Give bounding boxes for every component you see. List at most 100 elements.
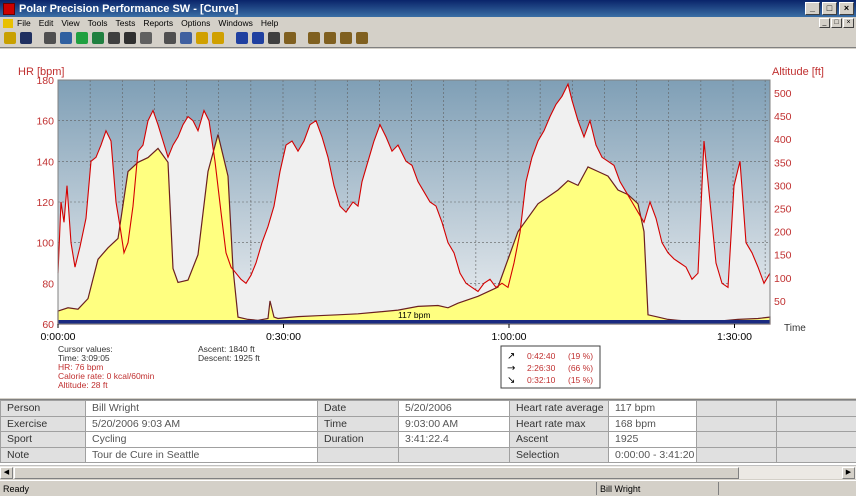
- descent-value: Descent: 1925 ft: [198, 353, 261, 363]
- info-row: Person Bill Wright Date 5/20/2006 Heart rate…: [0, 400, 856, 417]
- altitude-ticks: 500 450 400 350 300 250 200 150 100 50: [774, 88, 792, 308]
- altitude-tick-100: 100: [774, 273, 792, 285]
- scroll-right-button[interactable]: ▶: [842, 467, 855, 479]
- globe-icon[interactable]: [76, 32, 88, 44]
- chart4-icon[interactable]: [340, 32, 352, 44]
- info-value: 1925: [608, 431, 697, 448]
- ascent-arrow-icon: ↗: [507, 351, 515, 362]
- bar-icon[interactable]: [212, 32, 224, 44]
- info-empty-cell: [696, 415, 777, 432]
- info-label: Selection: [509, 446, 609, 463]
- mdi-close-button[interactable]: ×: [843, 18, 854, 28]
- time-tick-1:30:00: 1:30:00: [717, 331, 752, 343]
- save-icon[interactable]: [20, 32, 32, 44]
- horizontal-scrollbar[interactable]: ◀ ▶: [0, 465, 856, 479]
- mdi-minimize-button[interactable]: _: [819, 18, 830, 28]
- altitude-tick-500: 500: [774, 88, 792, 100]
- status-ready: Ready: [3, 484, 30, 494]
- cursor-altitude: Altitude: 28 ft: [58, 380, 108, 390]
- time-ticks: 0:00:000:30:001:00:001:30:002:00:002:30:…: [40, 324, 752, 343]
- info-label: Sport: [0, 431, 86, 448]
- scroll-left-button[interactable]: ◀: [0, 467, 13, 479]
- open-icon[interactable]: [4, 32, 16, 44]
- copy-icon[interactable]: [60, 32, 72, 44]
- scroll-thumb[interactable]: [14, 467, 739, 479]
- menu-windows[interactable]: Windows: [218, 18, 252, 28]
- terrain-percent: (19 %): [568, 351, 593, 361]
- zoom-out-icon[interactable]: [252, 32, 264, 44]
- time-tick-0:30:00: 0:30:00: [266, 331, 301, 343]
- layers-icon[interactable]: [180, 32, 192, 44]
- info-label: Duration: [317, 431, 399, 448]
- info-label: [317, 446, 399, 463]
- info-value: Tour de Cure in Seattle: [85, 446, 318, 463]
- info-value: 0:00:00 - 3:41:20 (3:41:20.0): [608, 446, 697, 463]
- menu-file[interactable]: File: [17, 18, 31, 28]
- app-icon[interactable]: [3, 2, 15, 15]
- person-icon[interactable]: [108, 32, 120, 44]
- exercise-info-table: Person Bill Wright Date 5/20/2006 Heart rate…: [0, 399, 856, 465]
- terrain-time: 2:26:30: [527, 363, 556, 373]
- limit-bar: [58, 320, 770, 324]
- altitude-tick-150: 150: [774, 250, 792, 262]
- altitude-tick-450: 450: [774, 111, 792, 123]
- altitude-tick-400: 400: [774, 134, 792, 146]
- curve-icon[interactable]: [196, 32, 208, 44]
- menu-help[interactable]: Help: [261, 18, 278, 28]
- menu-options[interactable]: Options: [181, 18, 210, 28]
- info-empty-cell: [776, 415, 856, 432]
- info-row: Sport Cycling Duration 3:41:22.4 Ascent 1925: [0, 431, 856, 448]
- altitude-axis-label: Altitude [ft]: [772, 66, 824, 78]
- chart-icon[interactable]: [284, 32, 296, 44]
- info-label: Exercise: [0, 415, 86, 432]
- info-value: [398, 446, 510, 463]
- print-icon[interactable]: [44, 32, 56, 44]
- info-label: Heart rate max: [509, 415, 609, 432]
- info-empty-cell: [776, 431, 856, 448]
- status-user: Bill Wright: [600, 484, 641, 494]
- info-empty-cell: [696, 400, 777, 417]
- hr-tick-100: 100: [36, 238, 54, 250]
- list-icon[interactable]: [268, 32, 280, 44]
- info-row: Note Tour de Cure in Seattle Selection 0:00…: [0, 446, 856, 463]
- chart2-icon[interactable]: [308, 32, 320, 44]
- filter-icon[interactable]: [140, 32, 152, 44]
- maximize-button[interactable]: □: [822, 2, 837, 15]
- chart5-icon[interactable]: [356, 32, 368, 44]
- info-value: 117 bpm: [608, 400, 697, 417]
- info-value: 168 bpm: [608, 415, 697, 432]
- minimize-button[interactable]: _: [805, 2, 820, 15]
- altitude-tick-350: 350: [774, 157, 792, 169]
- document-icon[interactable]: [3, 18, 13, 28]
- hr-tick-60: 60: [42, 319, 54, 331]
- altitude-tick-50: 50: [774, 296, 786, 308]
- zoom-in-icon[interactable]: [236, 32, 248, 44]
- curve-chart[interactable]: HR [bpm] Altitude [ft] 117 bpm 180 160 140…: [0, 49, 856, 398]
- menu-view[interactable]: View: [61, 18, 79, 28]
- chart3-icon[interactable]: [324, 32, 336, 44]
- moon-icon[interactable]: [124, 32, 136, 44]
- toolbar: [0, 29, 856, 48]
- hr-tick-80: 80: [42, 278, 54, 290]
- terrain-percent: (66 %): [568, 363, 593, 373]
- descent-arrow-icon: ↘: [507, 375, 515, 386]
- info-value: Cycling: [85, 431, 318, 448]
- status-bar: Ready Bill Wright: [0, 480, 856, 496]
- menu-tests[interactable]: Tests: [115, 18, 135, 28]
- title-bar[interactable]: Polar Precision Performance SW - [Curve]…: [0, 0, 856, 17]
- menu-edit[interactable]: Edit: [39, 18, 54, 28]
- info-empty-cell: [696, 446, 777, 463]
- window-icon[interactable]: [164, 32, 176, 44]
- time-tick-1:00:00: 1:00:00: [491, 331, 526, 343]
- info-label: Person: [0, 400, 86, 417]
- menu-reports[interactable]: Reports: [143, 18, 173, 28]
- info-empty-cell: [776, 400, 856, 417]
- menu-tools[interactable]: Tools: [88, 18, 108, 28]
- info-value: Bill Wright: [85, 400, 318, 417]
- close-button[interactable]: ×: [839, 2, 854, 15]
- info-empty-cell: [696, 431, 777, 448]
- refresh-icon[interactable]: [92, 32, 104, 44]
- time-tick-0:00:00: 0:00:00: [40, 331, 75, 343]
- mdi-restore-button[interactable]: □: [831, 18, 842, 28]
- info-label: Heart rate average: [509, 400, 609, 417]
